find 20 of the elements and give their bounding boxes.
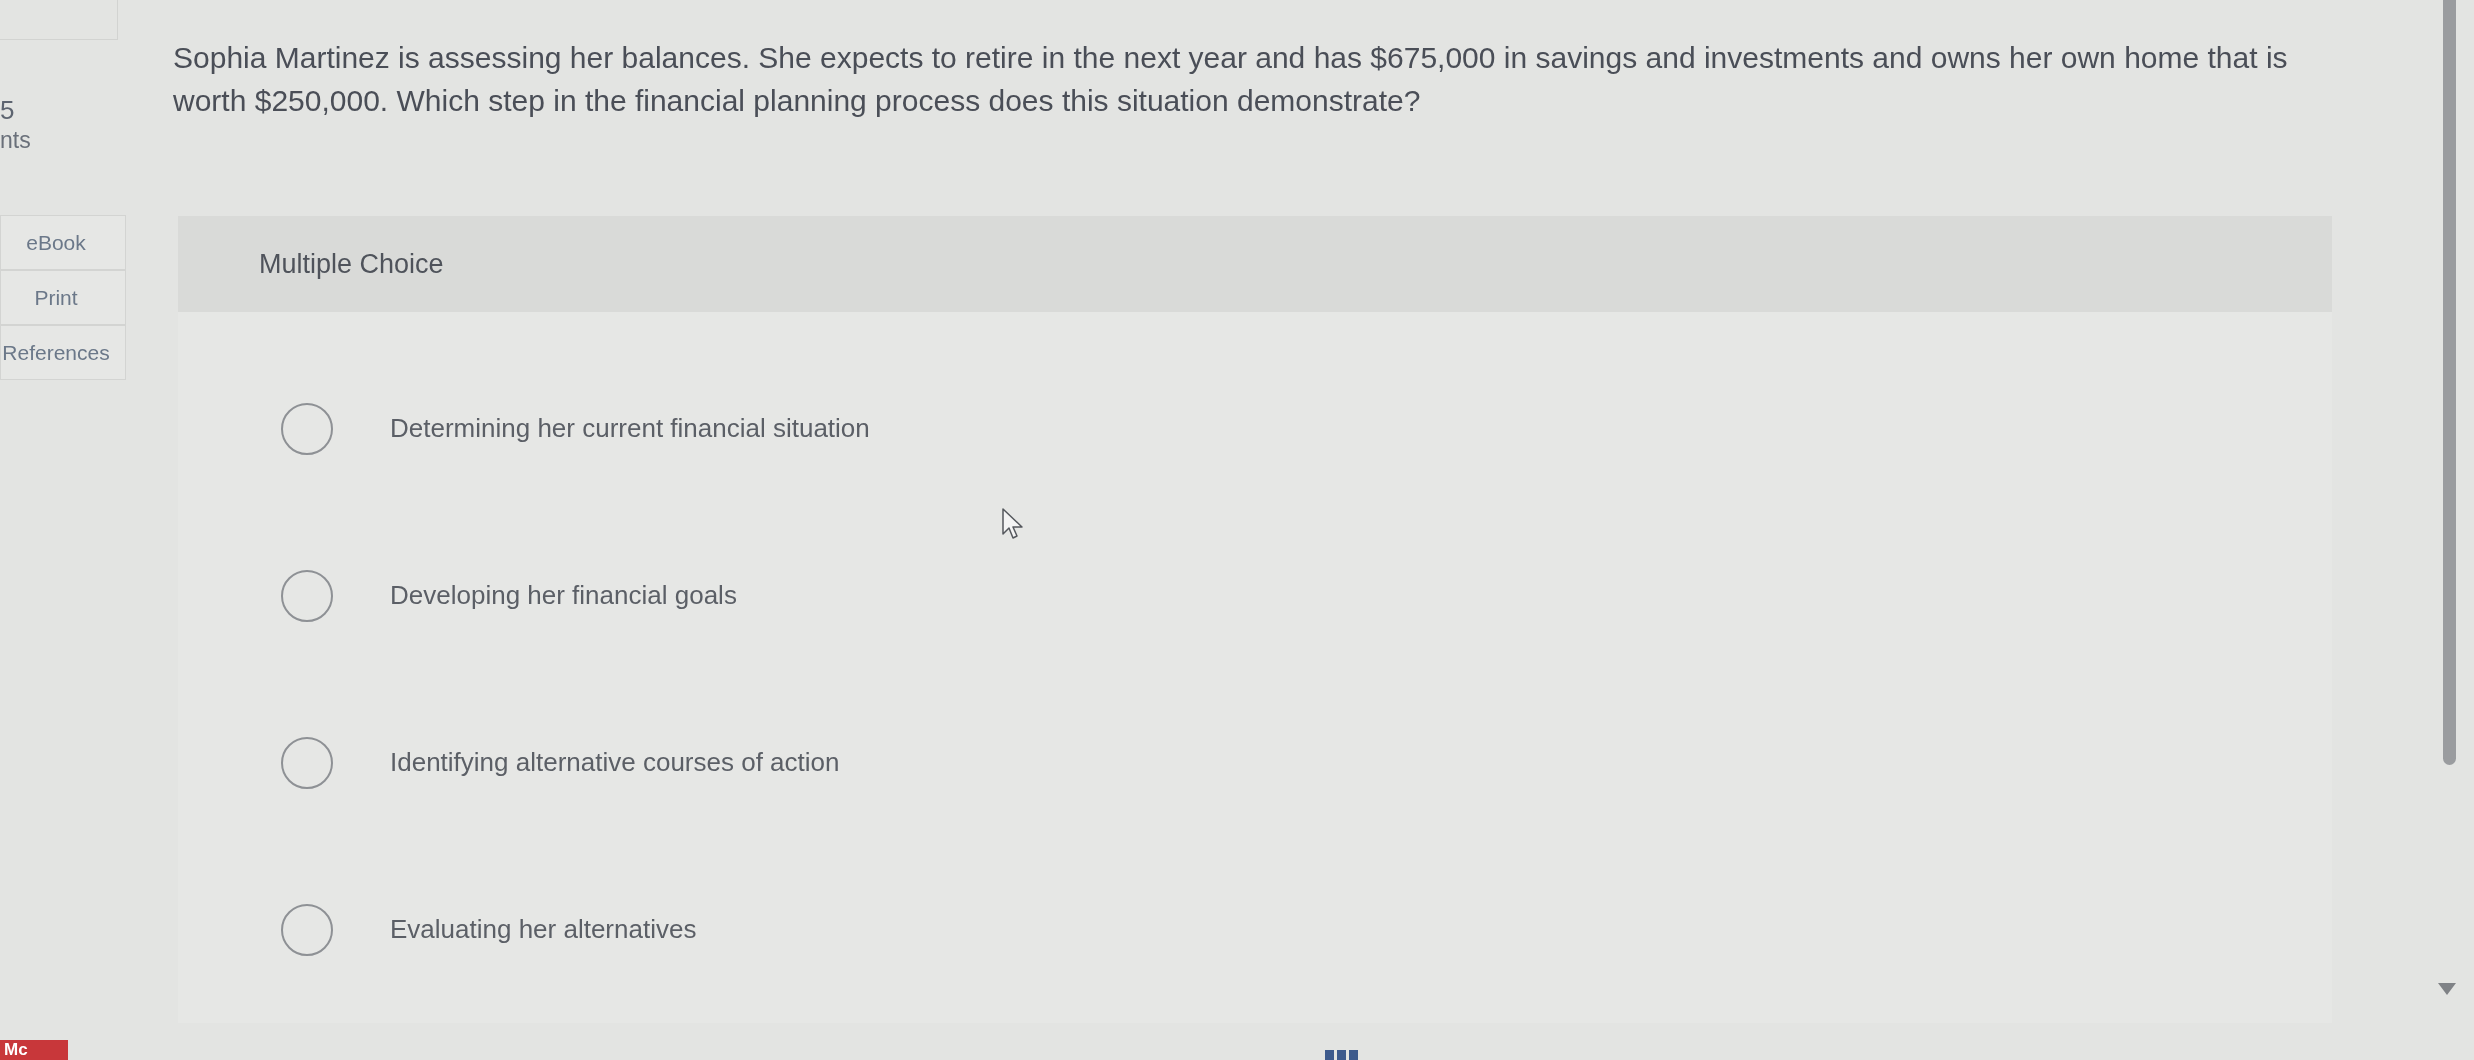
radio-button[interactable]: [281, 569, 333, 622]
points-value: 5: [0, 95, 15, 125]
logo[interactable]: Mc: [0, 1040, 68, 1060]
sidebar-button[interactable]: Print: [0, 270, 126, 325]
scrollbar-thumb[interactable]: [2443, 0, 2456, 765]
option-label[interactable]: Identifying alternative courses of action: [390, 743, 840, 782]
option-label[interactable]: Determining her current financial situation: [390, 409, 870, 448]
sidebar-button[interactable]: References: [0, 325, 126, 380]
pointer-cursor-icon: [1002, 508, 1024, 540]
question-type-label: Multiple Choice: [259, 247, 444, 281]
scroll-down-arrow-icon[interactable]: [2438, 983, 2456, 995]
squares-icon[interactable]: [1325, 1050, 1359, 1060]
sidebar-button[interactable]: eBook: [0, 215, 126, 270]
points-label: nts: [0, 126, 31, 155]
radio-button[interactable]: [281, 903, 333, 956]
question-text: Sophia Martinez is assessing her balances. She expects to retire in the next year and has $675,000 in savings and investments and owns her own home that is worth $250,000. Which step in the financial planning process does this situation demonstrate?: [173, 40, 2289, 119]
radio-button[interactable]: [281, 736, 333, 789]
radio-button[interactable]: [281, 402, 333, 455]
option-label[interactable]: Evaluating her alternatives: [390, 910, 697, 949]
option-label[interactable]: Developing her financial goals: [390, 576, 737, 615]
